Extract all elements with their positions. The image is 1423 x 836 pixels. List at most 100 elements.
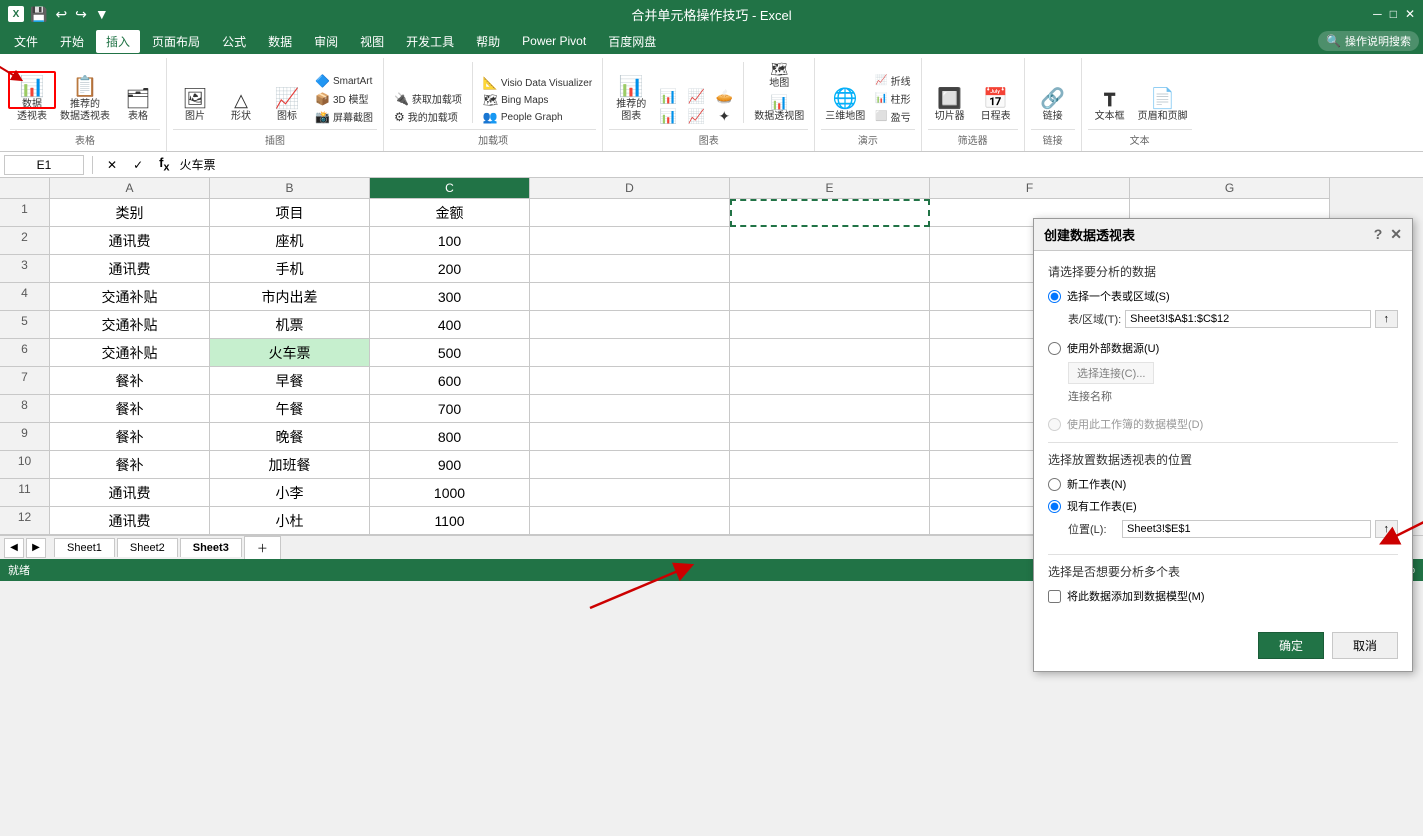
undo-button[interactable]: ↩ — [53, 4, 69, 25]
insert-function-button[interactable]: fx — [153, 153, 175, 176]
customize-button[interactable]: ▼ — [93, 4, 111, 24]
cell-c4[interactable]: 300 — [370, 283, 530, 311]
cell-b5[interactable]: 机票 — [210, 311, 370, 339]
save-button[interactable]: 💾 — [28, 4, 49, 25]
map-button[interactable]: 🗺 地图 — [750, 60, 808, 92]
cell-e9[interactable] — [730, 423, 930, 451]
cell-e8[interactable] — [730, 395, 930, 423]
menu-pagelayout[interactable]: 页面布局 — [142, 30, 210, 53]
pivotchart-button[interactable]: 📊 数据透视图 — [750, 93, 808, 125]
cell-e2[interactable] — [730, 227, 930, 255]
row-header-12[interactable]: 12 — [0, 507, 50, 535]
cell-c9[interactable]: 800 — [370, 423, 530, 451]
name-box[interactable] — [4, 155, 84, 175]
row-header-4[interactable]: 4 — [0, 283, 50, 311]
pivot-table-button[interactable]: 📊 数据透视表 — [10, 73, 54, 125]
cell-a2[interactable]: 通讯费 — [50, 227, 210, 255]
cell-a1[interactable]: 类别 — [50, 199, 210, 227]
sheet-tab-1[interactable]: Sheet1 — [54, 538, 115, 557]
minimize-button[interactable]: ─ — [1373, 7, 1382, 21]
close-button[interactable]: ✕ — [1405, 7, 1415, 21]
row-header-5[interactable]: 5 — [0, 311, 50, 339]
cell-b8[interactable]: 午餐 — [210, 395, 370, 423]
shapes-button[interactable]: △ 形状 — [219, 87, 263, 125]
dialog-help-button[interactable]: ? — [1374, 226, 1383, 243]
row-header-3[interactable]: 3 — [0, 255, 50, 283]
cell-b4[interactable]: 市内出差 — [210, 283, 370, 311]
sparkline-win-button[interactable]: ⬜ 盈亏 — [871, 108, 914, 125]
select-connection-button[interactable]: 选择连接(C)... — [1068, 362, 1154, 384]
cell-c6[interactable]: 500 — [370, 339, 530, 367]
cell-c5[interactable]: 400 — [370, 311, 530, 339]
smartart-button[interactable]: 🔷 SmartArt — [311, 73, 377, 89]
sheet-prev-button[interactable]: ◀ — [4, 538, 24, 558]
cell-c3[interactable]: 200 — [370, 255, 530, 283]
timeline-button[interactable]: 📅 日程表 — [974, 85, 1018, 125]
cell-c8[interactable]: 700 — [370, 395, 530, 423]
radio-existingsheet-input[interactable] — [1048, 500, 1061, 513]
radio-external-input[interactable] — [1048, 342, 1061, 355]
cell-b10[interactable]: 加班餐 — [210, 451, 370, 479]
menu-insert[interactable]: 插入 — [96, 30, 140, 53]
add-sheet-button[interactable]: ＋ — [244, 536, 281, 559]
table-button[interactable]: 🗂 表格 — [116, 85, 160, 125]
maximize-button[interactable]: □ — [1390, 7, 1397, 21]
table-range-picker[interactable]: ↑ — [1375, 310, 1399, 328]
cell-c1[interactable]: 金额 — [370, 199, 530, 227]
recommend-pivot-button[interactable]: 📋 推荐的数据透视表 — [56, 73, 114, 125]
col-header-b[interactable]: B — [210, 178, 370, 198]
cell-e11[interactable] — [730, 479, 930, 507]
row-header-9[interactable]: 9 — [0, 423, 50, 451]
cell-d3[interactable] — [530, 255, 730, 283]
cell-b7[interactable]: 早餐 — [210, 367, 370, 395]
cell-b1[interactable]: 项目 — [210, 199, 370, 227]
cell-d6[interactable] — [530, 339, 730, 367]
cell-e12[interactable] — [730, 507, 930, 535]
cell-a12[interactable]: 通讯费 — [50, 507, 210, 535]
sheet-tab-3[interactable]: Sheet3 — [180, 538, 242, 557]
row-header-2[interactable]: 2 — [0, 227, 50, 255]
formula-input[interactable] — [180, 158, 1420, 172]
cell-a3[interactable]: 通讯费 — [50, 255, 210, 283]
cell-b12[interactable]: 小杜 — [210, 507, 370, 535]
cell-c7[interactable]: 600 — [370, 367, 530, 395]
3dmodel-button[interactable]: 📦 3D 模型 — [311, 90, 377, 107]
cell-d2[interactable] — [530, 227, 730, 255]
sparkline-col-button[interactable]: 📊 柱形 — [871, 90, 914, 107]
cell-a9[interactable]: 餐补 — [50, 423, 210, 451]
cell-e1[interactable] — [730, 199, 930, 227]
col-header-d[interactable]: D — [530, 178, 730, 198]
picture-button[interactable]: 🖼 图片 — [173, 85, 217, 125]
chart-button[interactable]: 📈 图标 — [265, 85, 309, 125]
col-chart-button[interactable]: 📊 — [655, 87, 681, 105]
cell-e6[interactable] — [730, 339, 930, 367]
col-header-e[interactable]: E — [730, 178, 930, 198]
row-header-8[interactable]: 8 — [0, 395, 50, 423]
search-box[interactable]: 🔍 操作说明搜索 — [1318, 31, 1419, 51]
cell-b6[interactable]: 火车票 — [210, 339, 370, 367]
cell-b9[interactable]: 晚餐 — [210, 423, 370, 451]
sparkline-line-button[interactable]: 📈 折线 — [871, 72, 914, 89]
cell-d10[interactable] — [530, 451, 730, 479]
menu-review[interactable]: 审阅 — [304, 30, 348, 53]
cell-d8[interactable] — [530, 395, 730, 423]
cell-a8[interactable]: 餐补 — [50, 395, 210, 423]
cell-d1[interactable] — [530, 199, 730, 227]
redo-button[interactable]: ↪ — [73, 4, 89, 25]
menu-file[interactable]: 文件 — [4, 30, 48, 53]
menu-help[interactable]: 帮助 — [466, 30, 510, 53]
confirm-formula-button[interactable]: ✓ — [127, 156, 149, 174]
bar-chart-button[interactable]: 📊 — [655, 107, 681, 125]
cell-d9[interactable] — [530, 423, 730, 451]
cell-b11[interactable]: 小李 — [210, 479, 370, 507]
cancel-formula-button[interactable]: ✕ — [101, 156, 123, 174]
cell-c2[interactable]: 100 — [370, 227, 530, 255]
cell-b3[interactable]: 手机 — [210, 255, 370, 283]
location-input[interactable] — [1122, 520, 1371, 538]
menu-powerpivot[interactable]: Power Pivot — [512, 31, 596, 51]
screenshot-button[interactable]: 📸 屏幕截图 — [311, 108, 377, 125]
sheet-next-button[interactable]: ▶ — [26, 538, 46, 558]
visio-button[interactable]: 📐 Visio Data Visualizer — [479, 75, 596, 91]
bingmaps-button[interactable]: 🗺 Bing Maps — [479, 92, 596, 108]
sheet-tab-2[interactable]: Sheet2 — [117, 538, 178, 557]
